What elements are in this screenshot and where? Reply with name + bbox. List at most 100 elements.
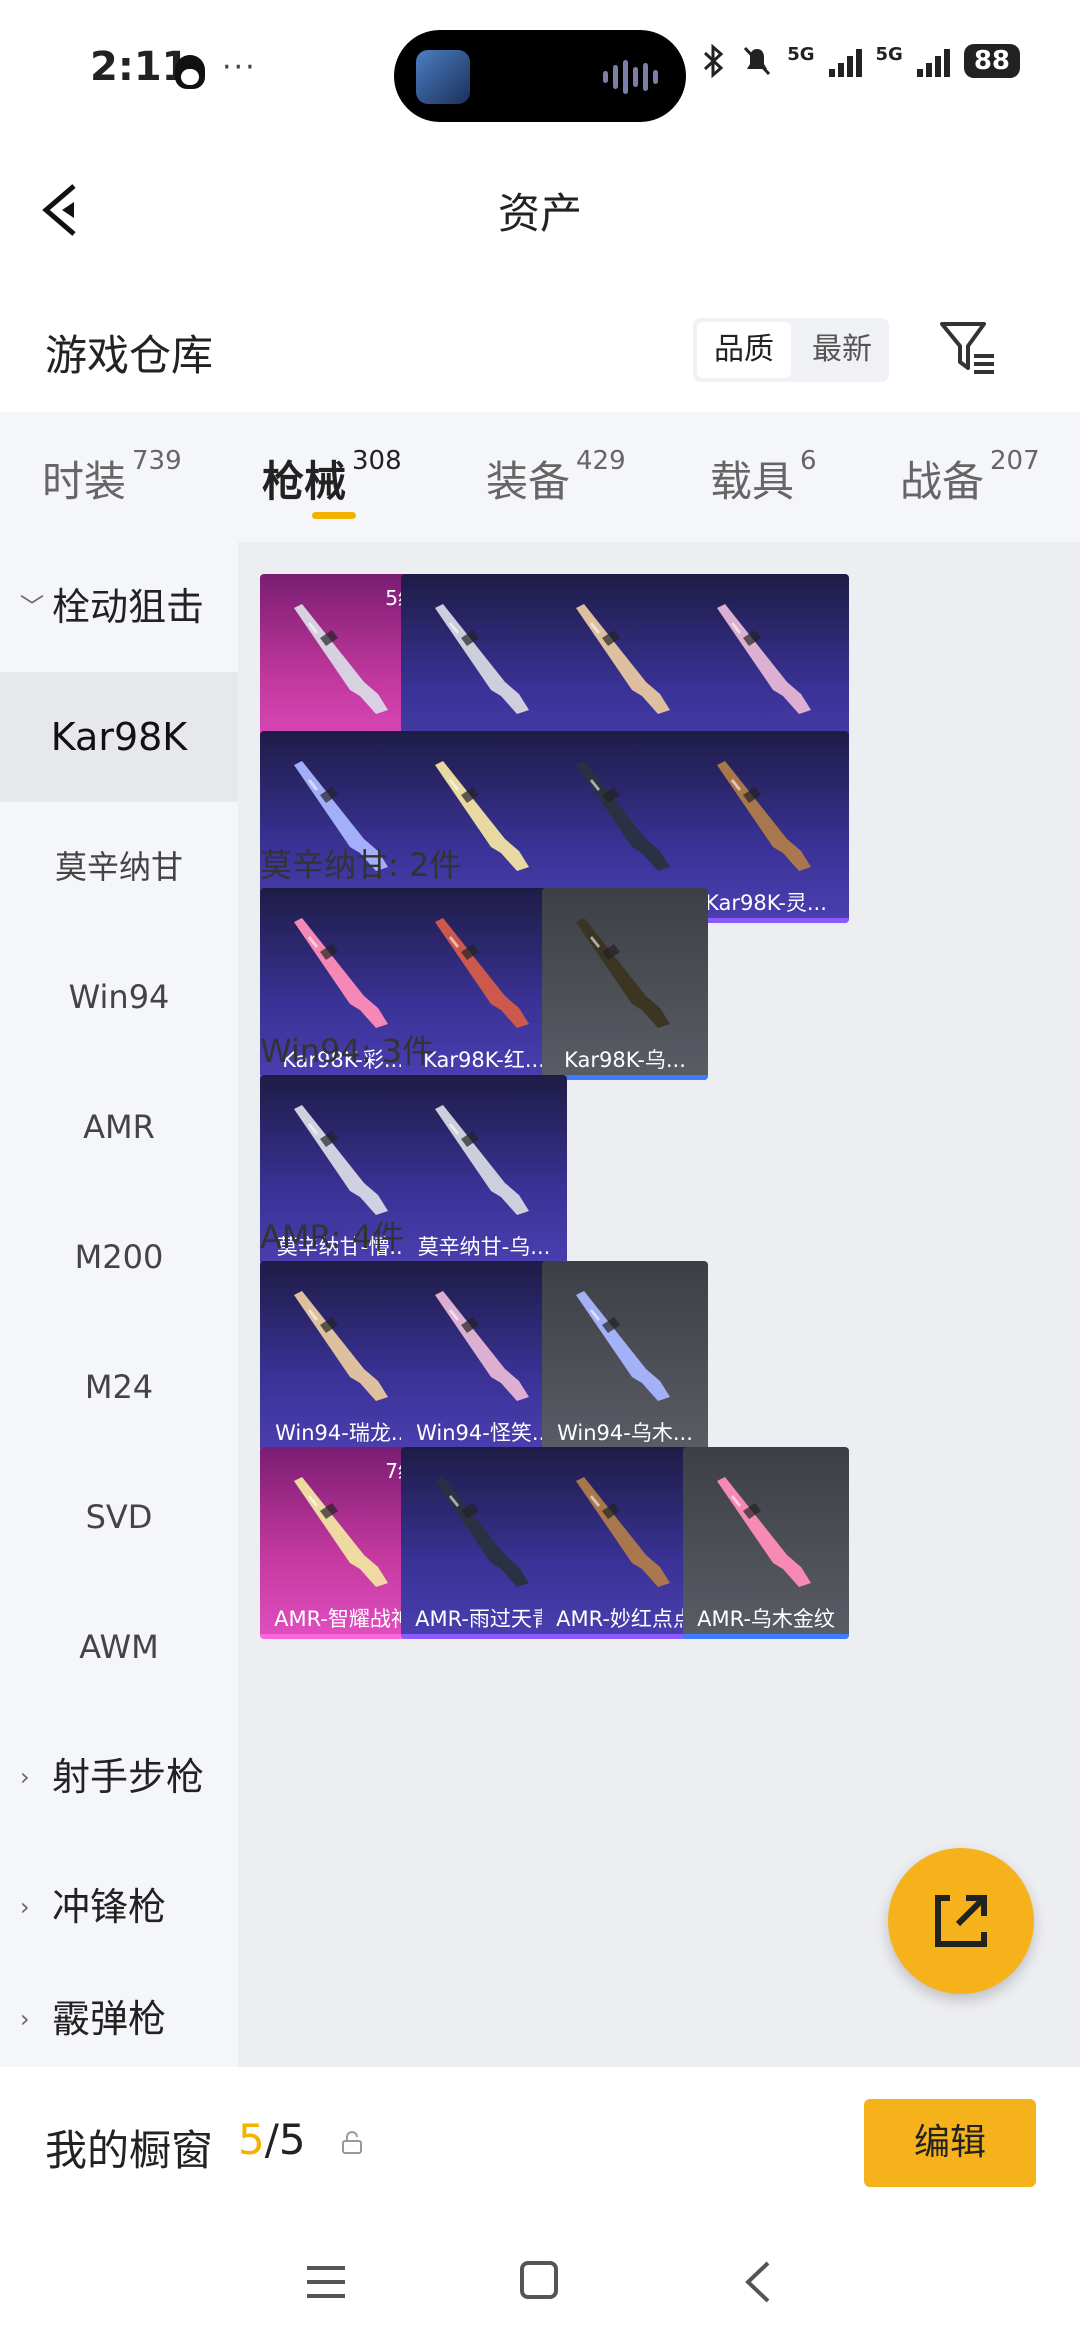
- rifle-icon: [294, 1477, 388, 1587]
- sidebar-item-kar98k[interactable]: Kar98K: [0, 672, 238, 802]
- chevron-down-icon: ﹀: [20, 593, 44, 621]
- tab-label: 时装: [42, 457, 127, 506]
- tab-count: 308: [352, 446, 402, 476]
- chevron-right-icon: ›: [20, 1763, 30, 1791]
- sort-quality-option[interactable]: 品质: [697, 322, 791, 378]
- signal-label-2: 5G: [875, 44, 903, 65]
- sidebar-group-label: 冲锋枪: [52, 1885, 167, 1929]
- weapon-skin-name: Kar98K-乌...: [564, 1048, 686, 1072]
- back-triangle-icon[interactable]: [740, 2259, 776, 2305]
- rifle-icon: [435, 604, 529, 714]
- weapon-skin-name: AMR-乌木金纹: [697, 1607, 835, 1631]
- tab-count: 429: [576, 446, 626, 476]
- sidebar-group-bolt-sniper[interactable]: ﹀ 栓动狙击: [0, 542, 238, 672]
- lock-icon: [342, 2131, 362, 2154]
- edit-showcase-button[interactable]: 编辑: [864, 2099, 1036, 2187]
- weapon-skin-name: Win94-乌木...: [557, 1421, 693, 1445]
- battery-indicator: 88: [963, 44, 1020, 78]
- active-tab-indicator: [312, 512, 356, 519]
- tab-guns[interactable]: 枪械 308: [262, 446, 402, 509]
- status-bar: 2:11 ··· 5G 5G 88: [0, 0, 1080, 140]
- sidebar-group-marksman[interactable]: › 射手步枪: [0, 1712, 238, 1842]
- tab-fashion[interactable]: 时装 739: [42, 446, 182, 509]
- home-square-icon[interactable]: [520, 2261, 558, 2299]
- rifle-icon: [435, 1105, 529, 1215]
- sidebar-group-label: 霰弹枪: [52, 1997, 167, 2041]
- sidebar-item-awm[interactable]: AWM: [0, 1582, 238, 1712]
- audio-wave-icon: [603, 60, 658, 94]
- tab-count: 6: [800, 446, 817, 476]
- weapon-sidebar: ﹀ 栓动狙击 Kar98K 莫辛纳甘 Win94 AMR M200 M24 SVD…: [0, 542, 238, 2067]
- rifle-icon: [717, 1477, 811, 1587]
- status-dots: ···: [222, 50, 257, 85]
- weapon-skin-name: 莫辛纳甘-乌...: [417, 1235, 551, 1259]
- rifle-icon: [435, 1291, 529, 1401]
- sidebar-item-m24[interactable]: M24: [0, 1322, 238, 1452]
- tab-supplies[interactable]: 战备 207: [900, 446, 1040, 509]
- showcase-count-current: 5: [238, 2115, 265, 2164]
- rifle-icon: [576, 1291, 670, 1401]
- media-thumbnail: [416, 50, 470, 104]
- warehouse-title: 游戏仓库: [45, 331, 214, 380]
- section-title: Win94: 3件: [260, 1032, 435, 1070]
- rifle-icon: [294, 604, 388, 714]
- weapon-grid: 5级Kar98K-巳...Kar98K-满...Kar98K-星...Kar98…: [238, 542, 1080, 2067]
- mute-bell-icon: [744, 46, 771, 76]
- rifle-icon: [435, 1477, 529, 1587]
- tab-count: 739: [132, 446, 182, 476]
- rifle-icon: [294, 1105, 388, 1215]
- rifle-icon: [576, 1477, 670, 1587]
- signal-label-1: 5G: [787, 44, 815, 65]
- tab-equipment[interactable]: 装备 429: [486, 446, 626, 509]
- rifle-icon: [576, 604, 670, 714]
- rifle-icon: [294, 1291, 388, 1401]
- showcase-count-total: /5: [264, 2115, 306, 2164]
- sort-toggle: 品质 最新: [693, 318, 889, 382]
- weapon-skin-card[interactable]: Kar98K-乌...: [542, 888, 708, 1080]
- sidebar-group-label: 栓动狙击: [52, 585, 205, 629]
- rifle-icon: [576, 918, 670, 1028]
- tab-label: 载具: [710, 457, 795, 506]
- showcase-bar: 我的橱窗 5/5 编辑: [0, 2067, 1080, 2217]
- dynamic-island[interactable]: [394, 30, 686, 122]
- status-right: 5G 5G 88: [701, 44, 1020, 78]
- sidebar-item-mosin[interactable]: 莫辛纳甘: [0, 802, 238, 932]
- filter-list-icon[interactable]: [938, 318, 998, 378]
- quality-bar: [683, 1634, 849, 1639]
- tab-count: 207: [990, 446, 1040, 476]
- share-fab-button[interactable]: [888, 1848, 1034, 1994]
- weapon-skin-card[interactable]: Win94-乌木...: [542, 1261, 708, 1453]
- tab-label: 战备: [900, 457, 985, 506]
- rifle-icon: [294, 918, 388, 1028]
- weapon-skin-card[interactable]: 莫辛纳甘-乌...: [401, 1075, 567, 1267]
- menu-icon[interactable]: [305, 2262, 347, 2302]
- rifle-icon: [435, 918, 529, 1028]
- chevron-right-icon: ›: [20, 1893, 30, 1921]
- signal-icon-1: [828, 45, 862, 77]
- sidebar-item-svd[interactable]: SVD: [0, 1452, 238, 1582]
- chevron-right-icon: ›: [20, 2005, 30, 2033]
- tab-label: 枪械: [262, 457, 347, 506]
- page-title: 资产: [497, 189, 582, 238]
- rifle-icon: [576, 761, 670, 871]
- showcase-count: 5/5: [238, 2115, 306, 2164]
- category-tabs: 时装 739 枪械 308 装备 429 载具 6 战备 207: [0, 412, 1080, 542]
- section-title: AMR: 4件: [260, 1218, 405, 1256]
- tab-vehicles[interactable]: 载具 6: [710, 446, 817, 509]
- sidebar-group-label: 射手步枪: [52, 1755, 205, 1799]
- bluetooth-icon: [704, 44, 724, 78]
- signal-icon-2: [916, 45, 950, 77]
- share-external-icon: [935, 1895, 987, 1947]
- tab-label: 装备: [486, 457, 571, 506]
- rifle-icon: [717, 761, 811, 871]
- warehouse-bar: 游戏仓库 品质 最新: [0, 300, 1080, 410]
- sidebar-group-shotgun[interactable]: › 霰弹枪: [0, 1972, 238, 2067]
- sidebar-item-m200[interactable]: M200: [0, 1192, 238, 1322]
- sidebar-item-win94[interactable]: Win94: [0, 932, 238, 1062]
- system-nav-bar: [0, 2217, 1080, 2347]
- sort-latest-option[interactable]: 最新: [795, 318, 889, 382]
- sidebar-group-smg[interactable]: › 冲锋枪: [0, 1842, 238, 1972]
- showcase-title: 我的橱窗: [45, 2126, 214, 2175]
- weapon-skin-card[interactable]: AMR-乌木金纹: [683, 1447, 849, 1639]
- sidebar-item-amr[interactable]: AMR: [0, 1062, 238, 1192]
